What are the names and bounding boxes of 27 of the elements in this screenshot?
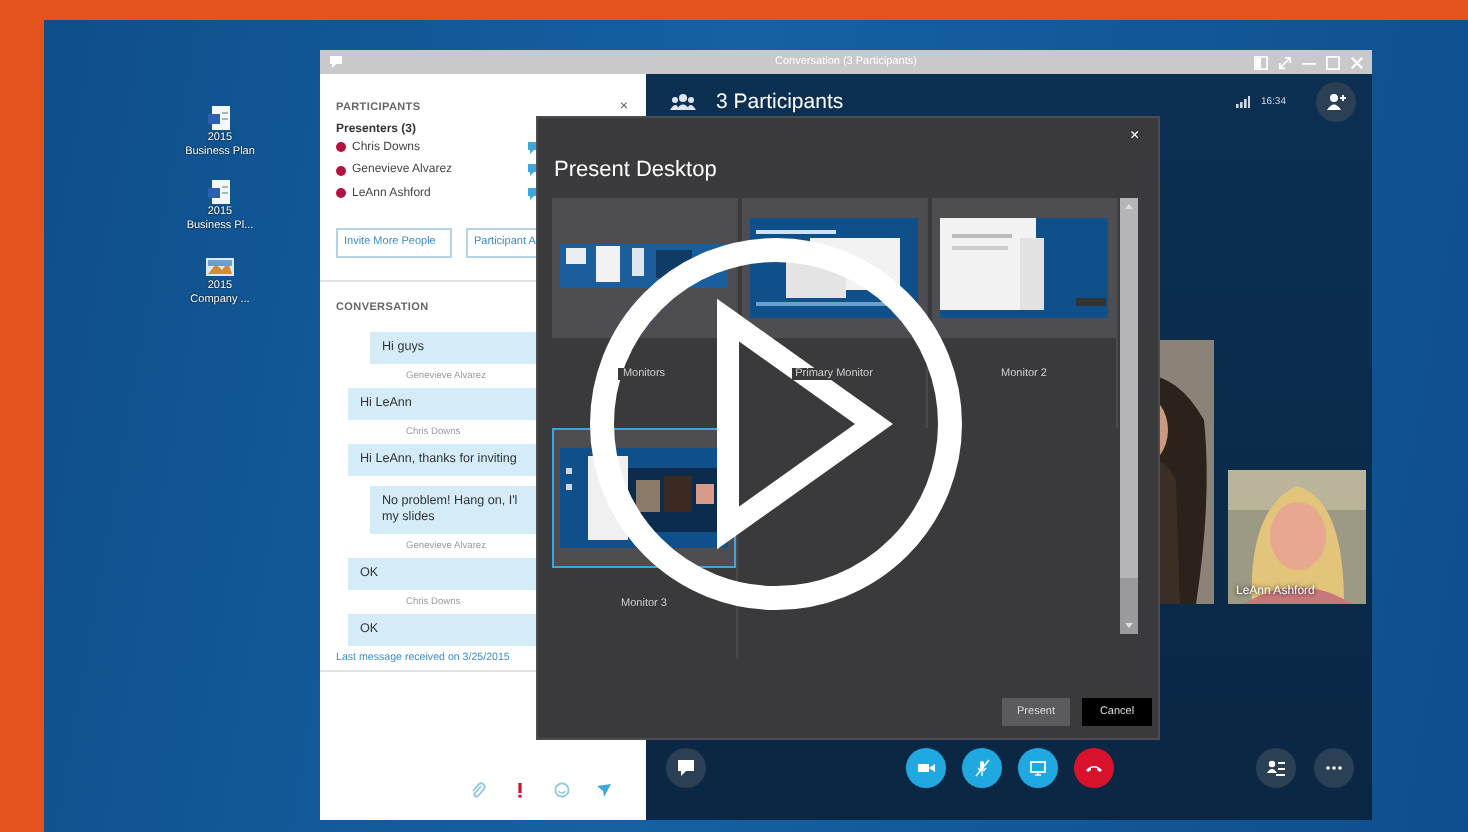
share-screen-button[interactable] <box>1018 748 1058 788</box>
add-person-button[interactable] <box>1316 82 1356 122</box>
people-icon <box>1266 758 1286 778</box>
play-icon[interactable] <box>588 236 964 612</box>
chat-bubble-icon <box>676 758 696 778</box>
monitor-thumbnail[interactable] <box>932 198 1116 338</box>
document-icon[interactable] <box>205 178 234 206</box>
chat-button[interactable] <box>666 748 706 788</box>
participants-button[interactable] <box>1256 748 1296 788</box>
close-button[interactable]: × <box>1130 128 1140 144</box>
send-icon[interactable] <box>596 782 612 798</box>
exclamation-icon[interactable] <box>512 782 528 798</box>
people-icon <box>670 92 696 112</box>
image-icon[interactable] <box>206 252 234 280</box>
document-icon[interactable] <box>205 104 234 132</box>
dialog-title: Present Desktop <box>554 158 717 182</box>
monitor-icon <box>1028 758 1048 778</box>
call-title: 3 Participants <box>716 90 844 114</box>
chat-bubble-icon <box>328 54 344 70</box>
add-person-icon <box>1326 92 1346 112</box>
hang-up-button[interactable] <box>1074 748 1114 788</box>
more-button[interactable] <box>1314 748 1354 788</box>
signal-icon <box>1236 96 1251 108</box>
video-button[interactable] <box>906 748 946 788</box>
paperclip-icon[interactable] <box>470 782 486 798</box>
camera-icon <box>916 758 936 778</box>
microphone-button[interactable] <box>962 748 1002 788</box>
